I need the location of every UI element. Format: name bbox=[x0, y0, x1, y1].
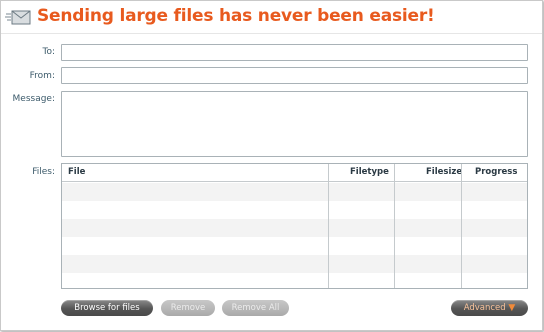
message-label: Message: bbox=[12, 94, 55, 104]
table-row[interactable] bbox=[62, 273, 527, 288]
from-field[interactable] bbox=[61, 67, 528, 88]
remove-all-button[interactable]: Remove All bbox=[222, 300, 289, 316]
table-row[interactable] bbox=[62, 201, 527, 219]
column-divider bbox=[394, 164, 395, 288]
mail-icon bbox=[5, 10, 31, 25]
to-label: To: bbox=[42, 47, 55, 57]
send-files-panel: Sending large files has never been easie… bbox=[0, 0, 543, 331]
from-label: From: bbox=[29, 71, 55, 81]
table-row[interactable] bbox=[62, 255, 527, 273]
triangle-down-icon: ▼ bbox=[508, 303, 516, 313]
message-textarea[interactable] bbox=[62, 92, 527, 156]
advanced-button[interactable]: Advanced ▼ bbox=[451, 300, 528, 316]
column-header-progress[interactable]: Progress bbox=[475, 164, 517, 182]
table-row[interactable] bbox=[62, 183, 527, 201]
browse-for-files-button[interactable]: Browse for files bbox=[61, 300, 153, 316]
column-divider bbox=[461, 164, 462, 288]
column-header-filetype[interactable]: Filetype bbox=[350, 164, 389, 182]
files-label: Files: bbox=[32, 167, 55, 177]
table-row[interactable] bbox=[62, 219, 527, 237]
column-divider bbox=[328, 164, 329, 288]
from-input[interactable] bbox=[62, 73, 527, 88]
column-header-filesize[interactable]: Filesize bbox=[426, 164, 462, 182]
to-field[interactable] bbox=[61, 44, 528, 65]
page-title: Sending large files has never been easie… bbox=[37, 6, 435, 26]
table-row[interactable] bbox=[62, 237, 527, 255]
message-field[interactable] bbox=[61, 91, 528, 157]
to-input[interactable] bbox=[62, 50, 527, 65]
column-header-file[interactable]: File bbox=[68, 164, 85, 182]
remove-button[interactable]: Remove bbox=[161, 300, 215, 316]
advanced-label: Advanced bbox=[463, 303, 506, 313]
header: Sending large files has never been easie… bbox=[1, 1, 542, 34]
files-table[interactable]: File Filetype Filesize Progress bbox=[61, 163, 528, 289]
files-table-header: File Filetype Filesize Progress bbox=[62, 164, 527, 182]
